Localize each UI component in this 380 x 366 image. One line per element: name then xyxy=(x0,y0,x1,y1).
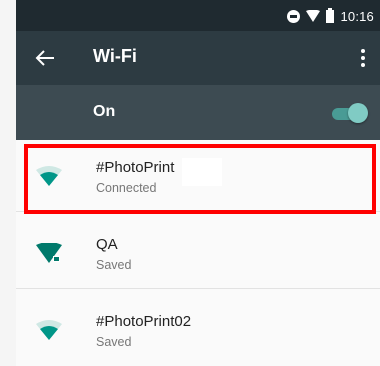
network-item-photoprint[interactable]: #PhotoPrint Connected xyxy=(16,140,380,212)
wifi-signal-icon xyxy=(306,10,321,22)
status-icons: 10:16 xyxy=(287,6,380,26)
more-vert-icon[interactable] xyxy=(360,47,366,69)
network-name: #PhotoPrint02 xyxy=(96,313,192,330)
network-status: Saved xyxy=(96,335,132,349)
status-time: 10:16 xyxy=(340,8,374,24)
wifi-toggle-switch[interactable] xyxy=(332,103,368,123)
network-status: Saved xyxy=(96,258,132,272)
network-item-qa[interactable]: QA Saved xyxy=(16,217,380,289)
battery-icon xyxy=(326,7,335,23)
do-not-disturb-icon xyxy=(287,9,301,23)
app-toolbar: Wi-Fi xyxy=(16,31,380,85)
wifi-master-switch-row[interactable]: On xyxy=(16,85,380,140)
left-gutter xyxy=(0,0,16,362)
redaction-box xyxy=(182,158,222,186)
wifi-signal-icon xyxy=(36,166,62,186)
divider xyxy=(16,288,380,289)
wifi-switch-label: On xyxy=(93,103,116,120)
status-bar: 10:16 xyxy=(16,0,380,31)
wifi-lock-icon xyxy=(36,243,62,263)
divider xyxy=(16,211,380,212)
network-name: #PhotoPrint xyxy=(96,159,175,176)
wifi-signal-icon xyxy=(36,320,62,340)
network-name: QA xyxy=(96,236,118,253)
wifi-settings-screen: 10:16 Wi-Fi On #PhotoPrint Connected QA … xyxy=(16,0,380,366)
arrow-back-icon[interactable] xyxy=(34,47,56,69)
page-title: Wi-Fi xyxy=(93,46,137,66)
network-item-photoprint02[interactable]: #PhotoPrint02 Saved xyxy=(16,294,380,366)
toggle-thumb xyxy=(348,103,368,123)
network-status: Connected xyxy=(96,181,157,195)
